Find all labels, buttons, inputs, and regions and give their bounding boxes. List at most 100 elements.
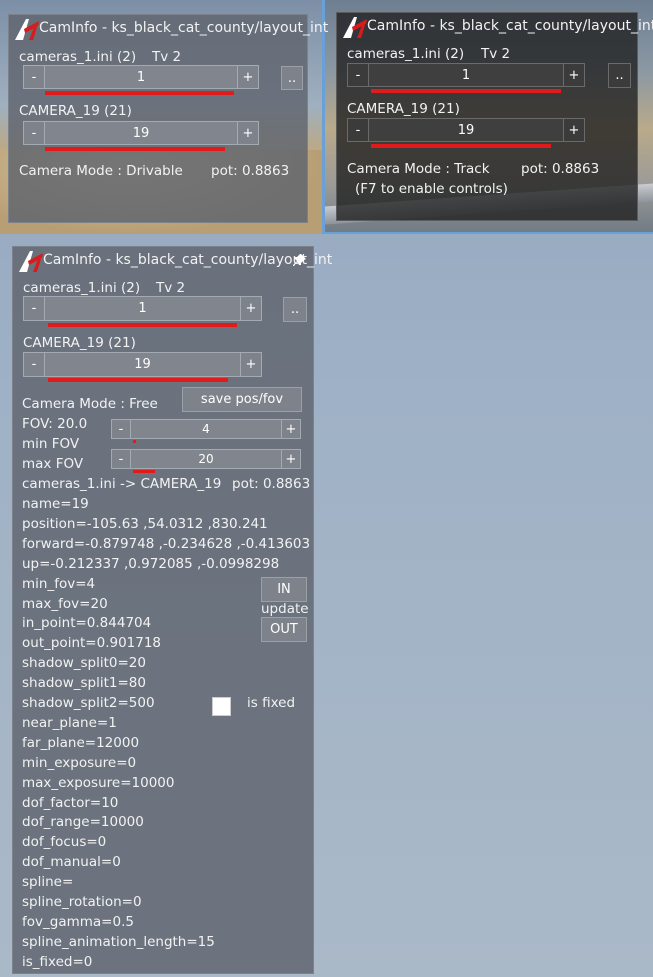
- decrement-button[interactable]: -: [347, 118, 369, 142]
- caminfo-panel-drivable: CamInfo - ks_black_cat_county/layout_int…: [8, 14, 328, 223]
- property-line: out_point=0.901718: [22, 635, 162, 652]
- camera-label: CAMERA_19 (21): [19, 103, 132, 119]
- controls-hint-text: (F7 to enable controls): [355, 181, 508, 197]
- camera-value[interactable]: 19: [45, 121, 237, 145]
- camera-set-value[interactable]: 1: [45, 65, 237, 89]
- increment-button[interactable]: +: [563, 63, 585, 87]
- camera-stepper: - 19 +: [23, 121, 259, 145]
- decrement-button[interactable]: -: [23, 296, 45, 321]
- decrement-button[interactable]: -: [111, 419, 131, 439]
- min-fov-value[interactable]: 4: [131, 419, 281, 439]
- property-line: max_fov=20: [22, 595, 108, 612]
- property-line: dof_range=10000: [22, 814, 144, 831]
- update-label: update: [261, 601, 309, 617]
- property-line: is_fixed=0: [22, 953, 93, 970]
- more-button[interactable]: ..: [608, 63, 631, 88]
- camera-set-progress-bar: [45, 91, 234, 95]
- path-text: cameras_1.ini -> CAMERA_19: [22, 476, 222, 492]
- pot-text: pot: 0.8863: [232, 476, 311, 492]
- pot-text: pot: 0.8863: [521, 161, 600, 177]
- ac-logo-icon: [19, 251, 43, 272]
- property-line: min_exposure=0: [22, 754, 137, 771]
- property-line: up=-0.212337 ,0.972085 ,-0.0998298: [22, 555, 280, 572]
- camera-stepper: - 19 +: [23, 352, 262, 377]
- increment-button[interactable]: +: [237, 65, 259, 89]
- decrement-button[interactable]: -: [23, 65, 45, 89]
- property-line: dof_manual=0: [22, 854, 121, 871]
- property-line: max_exposure=10000: [22, 774, 175, 791]
- save-pos-fov-button[interactable]: save pos/fov: [182, 387, 302, 412]
- ac-logo-icon: [343, 17, 367, 38]
- property-line: far_plane=12000: [22, 734, 140, 751]
- property-line: min_fov=4: [22, 575, 96, 592]
- camera-progress-bar: [48, 378, 228, 382]
- max-fov-stepper: - 20 +: [111, 449, 301, 469]
- decrement-button[interactable]: -: [23, 121, 45, 145]
- caminfo-panel-track: CamInfo - ks_black_cat_county/layout_int…: [336, 12, 653, 221]
- pin-icon[interactable]: [293, 253, 307, 267]
- decrement-button[interactable]: -: [111, 449, 131, 469]
- property-line: spline_animation_length=15: [22, 933, 215, 950]
- camera-progress-bar: [45, 147, 225, 151]
- camera-set-progress-bar: [371, 89, 561, 93]
- panel-title: CamInfo - ks_black_cat_county/layout_int: [39, 20, 329, 36]
- cameras-file-label: cameras_1.ini (2): [347, 46, 465, 62]
- cameras-file-label: cameras_1.ini (2): [23, 280, 141, 296]
- divider-horizontal: [325, 232, 653, 234]
- tv-label: Tv 2: [481, 46, 511, 62]
- camera-stepper: - 19 +: [347, 118, 585, 142]
- tv-label: Tv 2: [156, 280, 186, 296]
- min-fov-progress-bar: [133, 440, 136, 443]
- min-fov-stepper: - 4 +: [111, 419, 301, 439]
- fov-label: FOV: 20.0: [22, 416, 88, 432]
- property-line: forward=-0.879748 ,-0.234628 ,-0.413603: [22, 535, 311, 552]
- camera-progress-bar: [371, 144, 551, 148]
- property-line: spline_rotation=0: [22, 894, 142, 910]
- property-line: shadow_split1=80: [22, 675, 146, 692]
- more-button[interactable]: ..: [283, 297, 307, 322]
- property-line: position=-105.63 ,54.0312 ,830.241: [22, 515, 268, 532]
- tv-label: Tv 2: [152, 49, 182, 65]
- property-line: near_plane=1: [22, 714, 117, 731]
- camera-set-progress-bar: [48, 323, 237, 327]
- property-line: spline=: [22, 874, 74, 891]
- camera-mode-text: Camera Mode : Track: [347, 161, 490, 177]
- in-button[interactable]: IN: [261, 577, 307, 602]
- increment-button[interactable]: +: [240, 352, 262, 377]
- camera-value[interactable]: 19: [45, 352, 240, 377]
- increment-button[interactable]: +: [281, 449, 301, 469]
- property-line: shadow_split0=20: [22, 655, 146, 672]
- property-line: shadow_split2=500: [22, 695, 155, 711]
- property-line: dof_factor=10: [22, 794, 119, 811]
- max-fov-value[interactable]: 20: [131, 449, 281, 469]
- increment-button[interactable]: +: [237, 121, 259, 145]
- panel-title: CamInfo - ks_black_cat_county/layout_int: [367, 18, 653, 34]
- camera-set-stepper: - 1 +: [23, 65, 259, 89]
- is-fixed-checkbox[interactable]: [212, 697, 231, 716]
- property-line: dof_focus=0: [22, 834, 107, 851]
- cameras-file-label: cameras_1.ini (2): [19, 49, 137, 65]
- caminfo-panel-free: CamInfo - ks_black_cat_county/layout_int…: [12, 246, 332, 974]
- camera-mode-text: Camera Mode : Drivable: [19, 163, 183, 179]
- is-fixed-label: is fixed: [247, 695, 296, 711]
- camera-mode-text: Camera Mode : Free: [22, 396, 158, 412]
- camera-set-value[interactable]: 1: [369, 63, 563, 87]
- camera-label: CAMERA_19 (21): [347, 101, 460, 117]
- camera-set-stepper: - 1 +: [347, 63, 585, 87]
- camera-value[interactable]: 19: [369, 118, 563, 142]
- decrement-button[interactable]: -: [347, 63, 369, 87]
- max-fov-progress-bar: [133, 470, 155, 473]
- out-button[interactable]: OUT: [261, 617, 307, 642]
- decrement-button[interactable]: -: [23, 352, 45, 377]
- property-line: fov_gamma=0.5: [22, 913, 134, 930]
- ac-logo-icon: [15, 19, 39, 40]
- camera-set-value[interactable]: 1: [45, 296, 240, 321]
- increment-button[interactable]: +: [240, 296, 262, 321]
- increment-button[interactable]: +: [281, 419, 301, 439]
- panel-title: CamInfo - ks_black_cat_county/layout_int: [43, 252, 333, 268]
- camera-label: CAMERA_19 (21): [23, 335, 136, 351]
- property-line: name=19: [22, 496, 89, 512]
- property-line: in_point=0.844704: [22, 615, 152, 632]
- increment-button[interactable]: +: [563, 118, 585, 142]
- more-button[interactable]: ..: [281, 66, 303, 90]
